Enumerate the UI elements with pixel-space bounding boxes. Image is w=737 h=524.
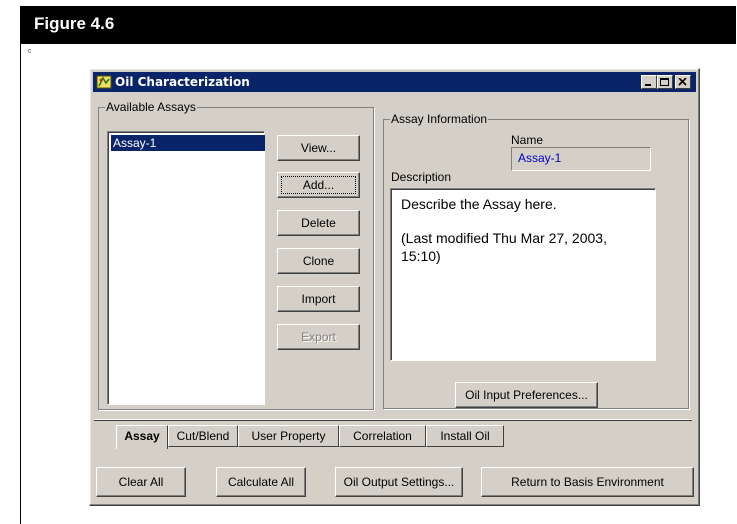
- description-text-line-1: Describe the Assay here.: [401, 196, 557, 212]
- assay-list-item[interactable]: Assay-1: [111, 135, 265, 151]
- tab-install-oil[interactable]: Install Oil: [426, 425, 504, 447]
- import-button[interactable]: Import: [277, 286, 360, 312]
- clear-all-button[interactable]: Clear All: [96, 467, 186, 497]
- add-button[interactable]: Add...: [277, 172, 360, 198]
- name-label: Name: [511, 133, 544, 147]
- window-titlebar[interactable]: Oil Characterization: [93, 72, 696, 92]
- description-text-line-3: 15:10): [401, 248, 441, 264]
- return-to-basis-environment-button[interactable]: Return to Basis Environment: [481, 467, 694, 497]
- tab-panel-border: [94, 419, 692, 421]
- minimize-icon: [645, 84, 651, 86]
- tab-assay[interactable]: Assay: [116, 425, 168, 449]
- figure-left-rule: [20, 44, 21, 524]
- maximize-icon: [660, 78, 669, 86]
- tab-cut-blend[interactable]: Cut/Blend: [168, 425, 238, 447]
- window-title: Oil Characterization: [115, 75, 250, 89]
- oil-input-preferences-button[interactable]: Oil Input Preferences...: [455, 382, 598, 408]
- assay-information-label: Assay Information: [390, 112, 489, 126]
- minimize-button[interactable]: [641, 75, 657, 89]
- oil-characterization-window: Oil Characterization Available Assays As…: [89, 68, 700, 506]
- tab-user-property[interactable]: User Property: [238, 425, 339, 447]
- oil-output-settings-button[interactable]: Oil Output Settings...: [335, 467, 463, 497]
- calculate-all-button[interactable]: Calculate All: [216, 467, 306, 497]
- description-textarea[interactable]: Describe the Assay here. (Last modified …: [390, 188, 656, 361]
- export-button[interactable]: Export: [277, 324, 360, 350]
- clone-button[interactable]: Clone: [277, 248, 360, 274]
- figure-header: Figure 4.6: [20, 6, 736, 44]
- tab-correlation[interactable]: Correlation: [339, 425, 426, 447]
- assays-listbox[interactable]: Assay-1: [107, 131, 265, 405]
- available-assays-label: Available Assays: [105, 100, 197, 114]
- delete-button[interactable]: Delete: [277, 210, 360, 236]
- description-text-line-2: (Last modified Thu Mar 27, 2003,: [401, 230, 607, 246]
- figure-title: Figure 4.6: [34, 14, 115, 33]
- maximize-button[interactable]: [657, 75, 673, 89]
- close-icon: [678, 78, 687, 86]
- close-button[interactable]: [675, 75, 691, 89]
- description-label: Description: [391, 170, 452, 184]
- view-button[interactable]: View...: [277, 135, 360, 161]
- figure-mark: c: [28, 48, 32, 55]
- assay-name-field[interactable]: Assay-1: [511, 147, 651, 171]
- oil-characterization-app-icon[interactable]: [96, 74, 112, 90]
